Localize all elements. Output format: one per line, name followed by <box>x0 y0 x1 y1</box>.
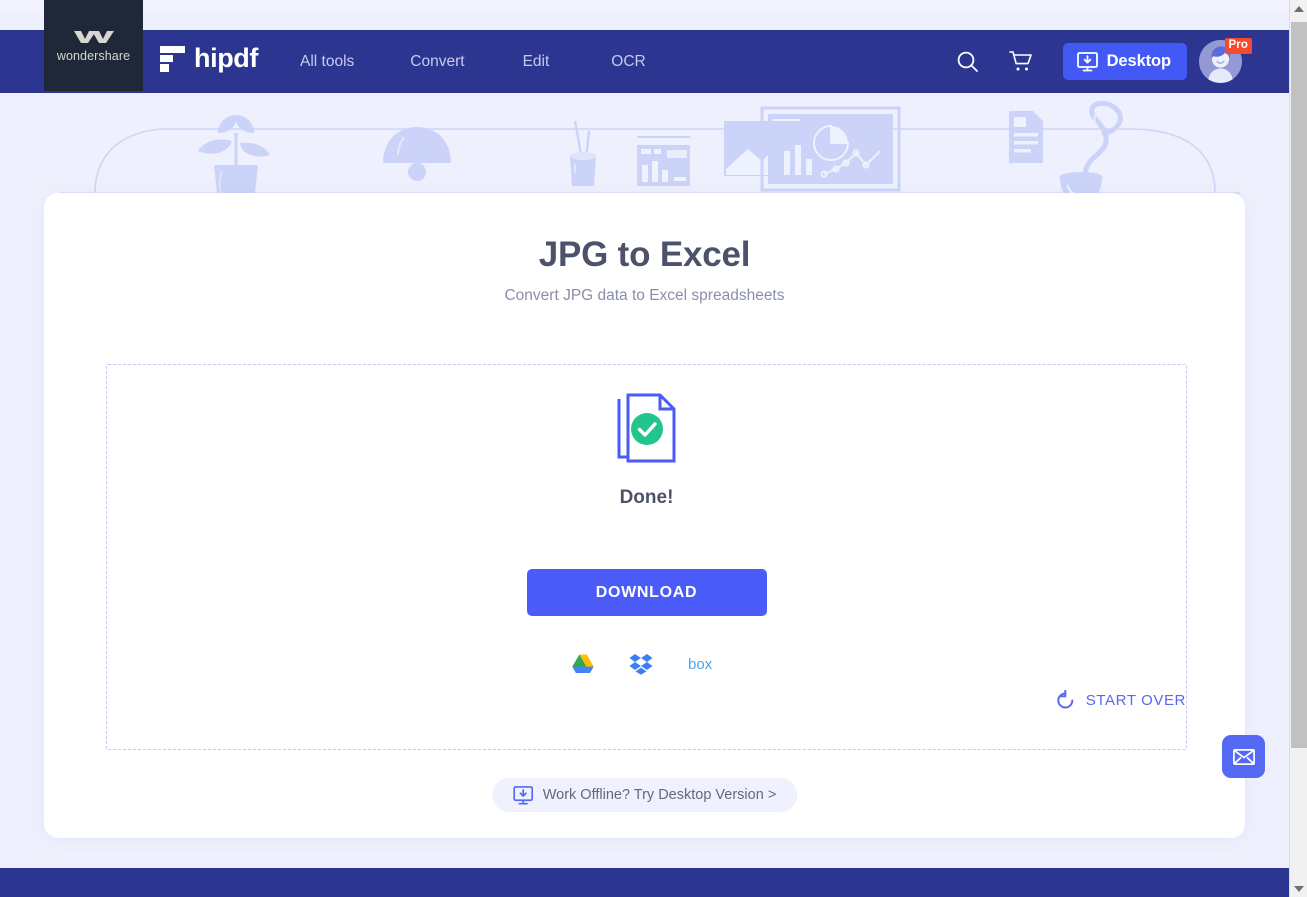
document-check-success-icon <box>616 393 678 463</box>
desktop-button-label: Desktop <box>1106 52 1172 70</box>
nav-link-convert[interactable]: Convert <box>410 53 464 71</box>
page-viewport: wondershare hipdf All tools Convert Edit… <box>0 0 1289 897</box>
status-text: Done! <box>619 487 674 508</box>
work-offline-label: Work Offline? Try Desktop Version > <box>542 787 777 803</box>
nav-link-all-tools[interactable]: All tools <box>300 53 354 71</box>
vertical-scrollbar[interactable] <box>1289 0 1307 897</box>
hipdf-brand[interactable]: hipdf <box>160 45 258 72</box>
start-over-label: START OVER <box>1085 692 1186 709</box>
page-subtitle: Convert JPG data to Excel spreadsheets <box>504 287 785 304</box>
work-offline-button[interactable]: Work Offline? Try Desktop Version > <box>491 778 798 812</box>
scroll-up-arrow-icon[interactable] <box>1290 0 1307 17</box>
search-icon[interactable] <box>950 44 986 80</box>
monitor-download-icon <box>1076 51 1098 72</box>
envelope-icon <box>1232 748 1255 765</box>
nav-links: All tools Convert Edit OCR <box>300 30 646 93</box>
cloud-save-options: box <box>571 653 722 675</box>
footer-band <box>0 868 1289 897</box>
tool-card: JPG to Excel Convert JPG data to Excel s… <box>44 193 1245 838</box>
start-over-button[interactable]: START OVER <box>1055 690 1186 711</box>
hipdf-logo-icon <box>160 45 185 72</box>
download-button[interactable]: DOWNLOAD <box>526 569 767 616</box>
page-title: JPG to Excel <box>538 235 751 274</box>
wondershare-logo-badge[interactable]: wondershare <box>44 0 143 91</box>
wondershare-logo-icon <box>72 29 116 45</box>
nav-link-edit[interactable]: Edit <box>523 53 550 71</box>
svg-text:box: box <box>688 656 713 672</box>
scrollbar-thumb[interactable] <box>1291 22 1307 748</box>
desktop-download-button[interactable]: Desktop <box>1062 43 1187 80</box>
wondershare-label: wondershare <box>56 48 131 63</box>
email-support-widget[interactable] <box>1222 735 1265 778</box>
account-avatar-button[interactable]: Pro <box>1199 38 1252 83</box>
box-icon[interactable]: box <box>688 656 722 672</box>
pro-badge: Pro <box>1224 38 1252 54</box>
monitor-download-icon <box>512 785 533 805</box>
shopping-cart-icon[interactable] <box>1003 44 1039 80</box>
refresh-rotate-icon <box>1055 690 1076 711</box>
nav-right-actions: Desktop Pro <box>950 30 1252 93</box>
scroll-down-arrow-icon[interactable] <box>1290 880 1307 897</box>
nav-link-ocr[interactable]: OCR <box>611 53 645 71</box>
google-drive-icon[interactable] <box>571 654 594 674</box>
hipdf-brand-label: hipdf <box>194 43 258 73</box>
dropbox-icon[interactable] <box>629 653 653 675</box>
top-white-strip <box>0 0 1289 12</box>
result-dropzone[interactable]: Done! DOWNLOAD box START OVER <box>106 364 1187 750</box>
